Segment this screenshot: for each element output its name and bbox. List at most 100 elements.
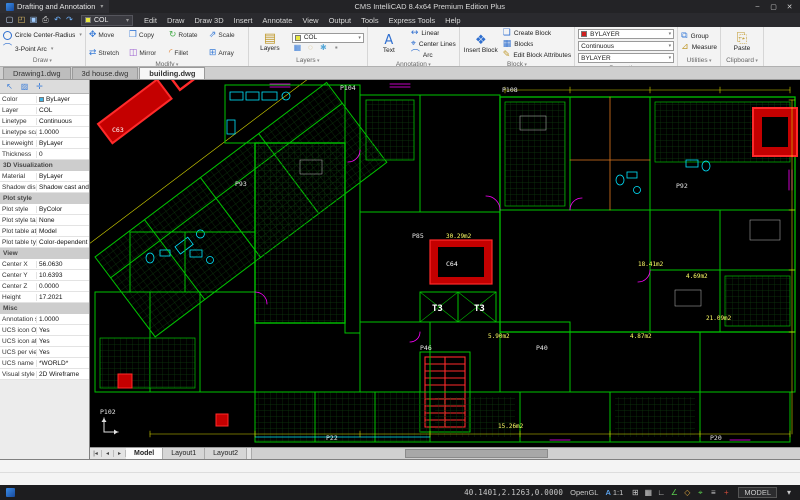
lineweight-control-combo[interactable]: BYLAYER <box>578 53 675 63</box>
arc-dimension-button[interactable]: ⌒ Arc <box>411 50 456 60</box>
color-control-combo[interactable]: BYLAYER <box>578 29 675 39</box>
pick-add-icon[interactable]: ✛ <box>34 82 45 91</box>
layer-combo[interactable]: COL <box>81 14 133 26</box>
circle-center-radius-button[interactable]: Circle Center-Radius <box>3 28 82 42</box>
property-section-header[interactable]: View <box>0 248 89 259</box>
measure-button[interactable]: ⊿ Measure <box>681 43 717 53</box>
edit-block-attributes-button[interactable]: ✎ Edit Block Attributes <box>503 50 571 60</box>
utilities-group-label[interactable]: Utilities <box>681 56 717 66</box>
select-objects-icon[interactable]: ↖ <box>4 82 15 91</box>
property-row[interactable]: Color ByLayer <box>0 94 89 105</box>
blocks-button[interactable]: ▦ Blocks <box>503 39 571 49</box>
linetype-control-combo[interactable]: Continuous <box>578 41 675 51</box>
menu-item[interactable]: Edit <box>139 16 162 25</box>
paste-button[interactable]: ⎘ Paste <box>724 28 760 56</box>
rotate-button[interactable]: ↻ Rotate <box>169 30 205 40</box>
property-section-header[interactable]: 3D Visualization <box>0 160 89 171</box>
ribbon-layer-combo[interactable]: COL <box>291 32 364 43</box>
layer-properties-icon[interactable]: ▦ <box>292 43 303 52</box>
property-row[interactable]: Height 17.2021 <box>0 292 89 303</box>
status-menu-icon[interactable]: ▾ <box>784 488 794 497</box>
document-tab[interactable]: Drawing1.dwg <box>3 67 71 79</box>
redo-icon[interactable]: ↷ <box>64 16 75 24</box>
snap-toggle-icon[interactable]: ⊞ <box>630 488 640 497</box>
property-row[interactable]: UCS icon at originYes <box>0 336 89 347</box>
quick-select-icon[interactable]: ▨ <box>19 82 30 91</box>
property-row[interactable]: UCS name *WORLD* <box>0 358 89 369</box>
property-row[interactable]: Visual style 2D Wireframe <box>0 369 89 380</box>
text-button[interactable]: A Text <box>371 28 407 60</box>
lineweight-toggle-icon[interactable]: ≡ <box>708 488 718 497</box>
property-row[interactable]: Linetype scale1.0000 <box>0 127 89 138</box>
etrack-toggle-icon[interactable]: ⌖ <box>695 488 705 497</box>
layer-off-icon[interactable]: ◌ <box>305 43 316 52</box>
layer-freeze-icon[interactable]: ✱ <box>318 43 329 52</box>
property-row[interactable]: Plot table typeColor-dependent print... <box>0 237 89 248</box>
fillet-button[interactable]: ◜ Fillet <box>169 48 205 58</box>
property-row[interactable]: UCS per viewportYes <box>0 347 89 358</box>
quick-input-toggle-icon[interactable]: + <box>721 488 731 497</box>
menu-item[interactable]: Tools <box>356 16 384 25</box>
maximize-button[interactable] <box>766 1 781 12</box>
layers-button[interactable]: ▤ Layers <box>252 28 288 56</box>
property-row[interactable]: Plot style ByColor <box>0 204 89 215</box>
annotation-group-label[interactable]: Annotation <box>371 60 456 66</box>
create-block-button[interactable]: ❏ Create Block <box>503 28 571 38</box>
new-file-icon[interactable]: ▢ <box>4 16 15 24</box>
property-row[interactable]: Material ByLayer <box>0 171 89 182</box>
linear-dimension-button[interactable]: ↔ Linear <box>411 28 456 38</box>
property-row[interactable]: Plot style tableNone <box>0 215 89 226</box>
document-tab[interactable]: 3d house.dwg <box>71 67 139 79</box>
menu-item[interactable]: Express Tools <box>384 16 441 25</box>
close-button[interactable] <box>782 1 797 12</box>
layout-tab[interactable]: Layout1 <box>163 448 206 459</box>
group-button[interactable]: ⧉ Group <box>681 32 717 42</box>
copy-button[interactable]: ❐ Copy <box>129 30 165 40</box>
property-row[interactable]: Lineweight ByLayer <box>0 138 89 149</box>
status-app-icon[interactable] <box>6 488 15 497</box>
annotation-scale-control[interactable]: A 1:1 <box>605 488 623 497</box>
property-row[interactable]: Center Z 0.0000 <box>0 281 89 292</box>
grid-toggle-icon[interactable]: ▦ <box>643 488 653 497</box>
save-icon[interactable]: ▣ <box>28 16 39 24</box>
property-row[interactable]: UCS icon On Yes <box>0 325 89 336</box>
property-row[interactable]: Linetype Continuous <box>0 116 89 127</box>
esnap-toggle-icon[interactable]: ◇ <box>682 488 692 497</box>
horizontal-scrollbar[interactable] <box>251 448 800 459</box>
menu-item[interactable]: Insert <box>229 16 258 25</box>
menu-item[interactable]: Help <box>440 16 465 25</box>
three-point-arc-button[interactable]: ⌒ 3-Point Arc <box>3 42 82 56</box>
floor-plan[interactable]: P104 P108 C63 P93 P92 P85 30.29m2 C64 18.41m2 4.6… <box>90 80 800 447</box>
modify-group-label[interactable]: Modify <box>89 60 245 66</box>
array-button[interactable]: ⊞ Array <box>209 48 245 58</box>
center-lines-button[interactable]: ⌖ Center Lines <box>411 39 456 49</box>
model-space-button[interactable]: MODEL <box>738 487 777 498</box>
tab-prev-icon[interactable]: ◂ <box>102 450 114 457</box>
menu-item[interactable]: Annotate <box>257 16 297 25</box>
tab-first-icon[interactable]: |◂ <box>90 450 102 457</box>
menu-item[interactable]: View <box>297 16 323 25</box>
property-row[interactable]: Plot table attached toModel <box>0 226 89 237</box>
ortho-toggle-icon[interactable]: ∟ <box>656 488 666 497</box>
draw-group-label[interactable]: Draw <box>3 56 82 66</box>
property-row[interactable]: Thickness 0 <box>0 149 89 160</box>
property-row[interactable]: Shadow displayShadow cast and rec... <box>0 182 89 193</box>
menu-item[interactable]: Draw 3D <box>189 16 228 25</box>
tab-next-icon[interactable]: ▸ <box>114 450 126 457</box>
property-section-header[interactable]: Plot style <box>0 193 89 204</box>
property-row[interactable]: Center X 56.0630 <box>0 259 89 270</box>
layout-tab[interactable]: Model <box>126 448 164 459</box>
undo-icon[interactable]: ↶ <box>52 16 63 24</box>
drawing-canvas[interactable]: P104 P108 C63 P93 P92 P85 30.29m2 C64 18.41m2 4.6… <box>90 80 800 447</box>
scrollbar-thumb[interactable] <box>405 449 548 458</box>
minimize-button[interactable] <box>750 1 765 12</box>
layers-group-label[interactable]: Layers <box>252 56 364 66</box>
property-row[interactable]: Center Y 10.6393 <box>0 270 89 281</box>
stretch-button[interactable]: ⇄ Stretch <box>89 48 125 58</box>
mirror-button[interactable]: ◫ Mirror <box>129 48 165 58</box>
property-row[interactable]: Layer COL <box>0 105 89 116</box>
polar-toggle-icon[interactable]: ∠ <box>669 488 679 497</box>
layout-tab[interactable]: Layout2 <box>205 448 248 459</box>
command-input[interactable] <box>0 473 800 485</box>
clipboard-group-label[interactable]: Clipboard <box>724 56 760 66</box>
